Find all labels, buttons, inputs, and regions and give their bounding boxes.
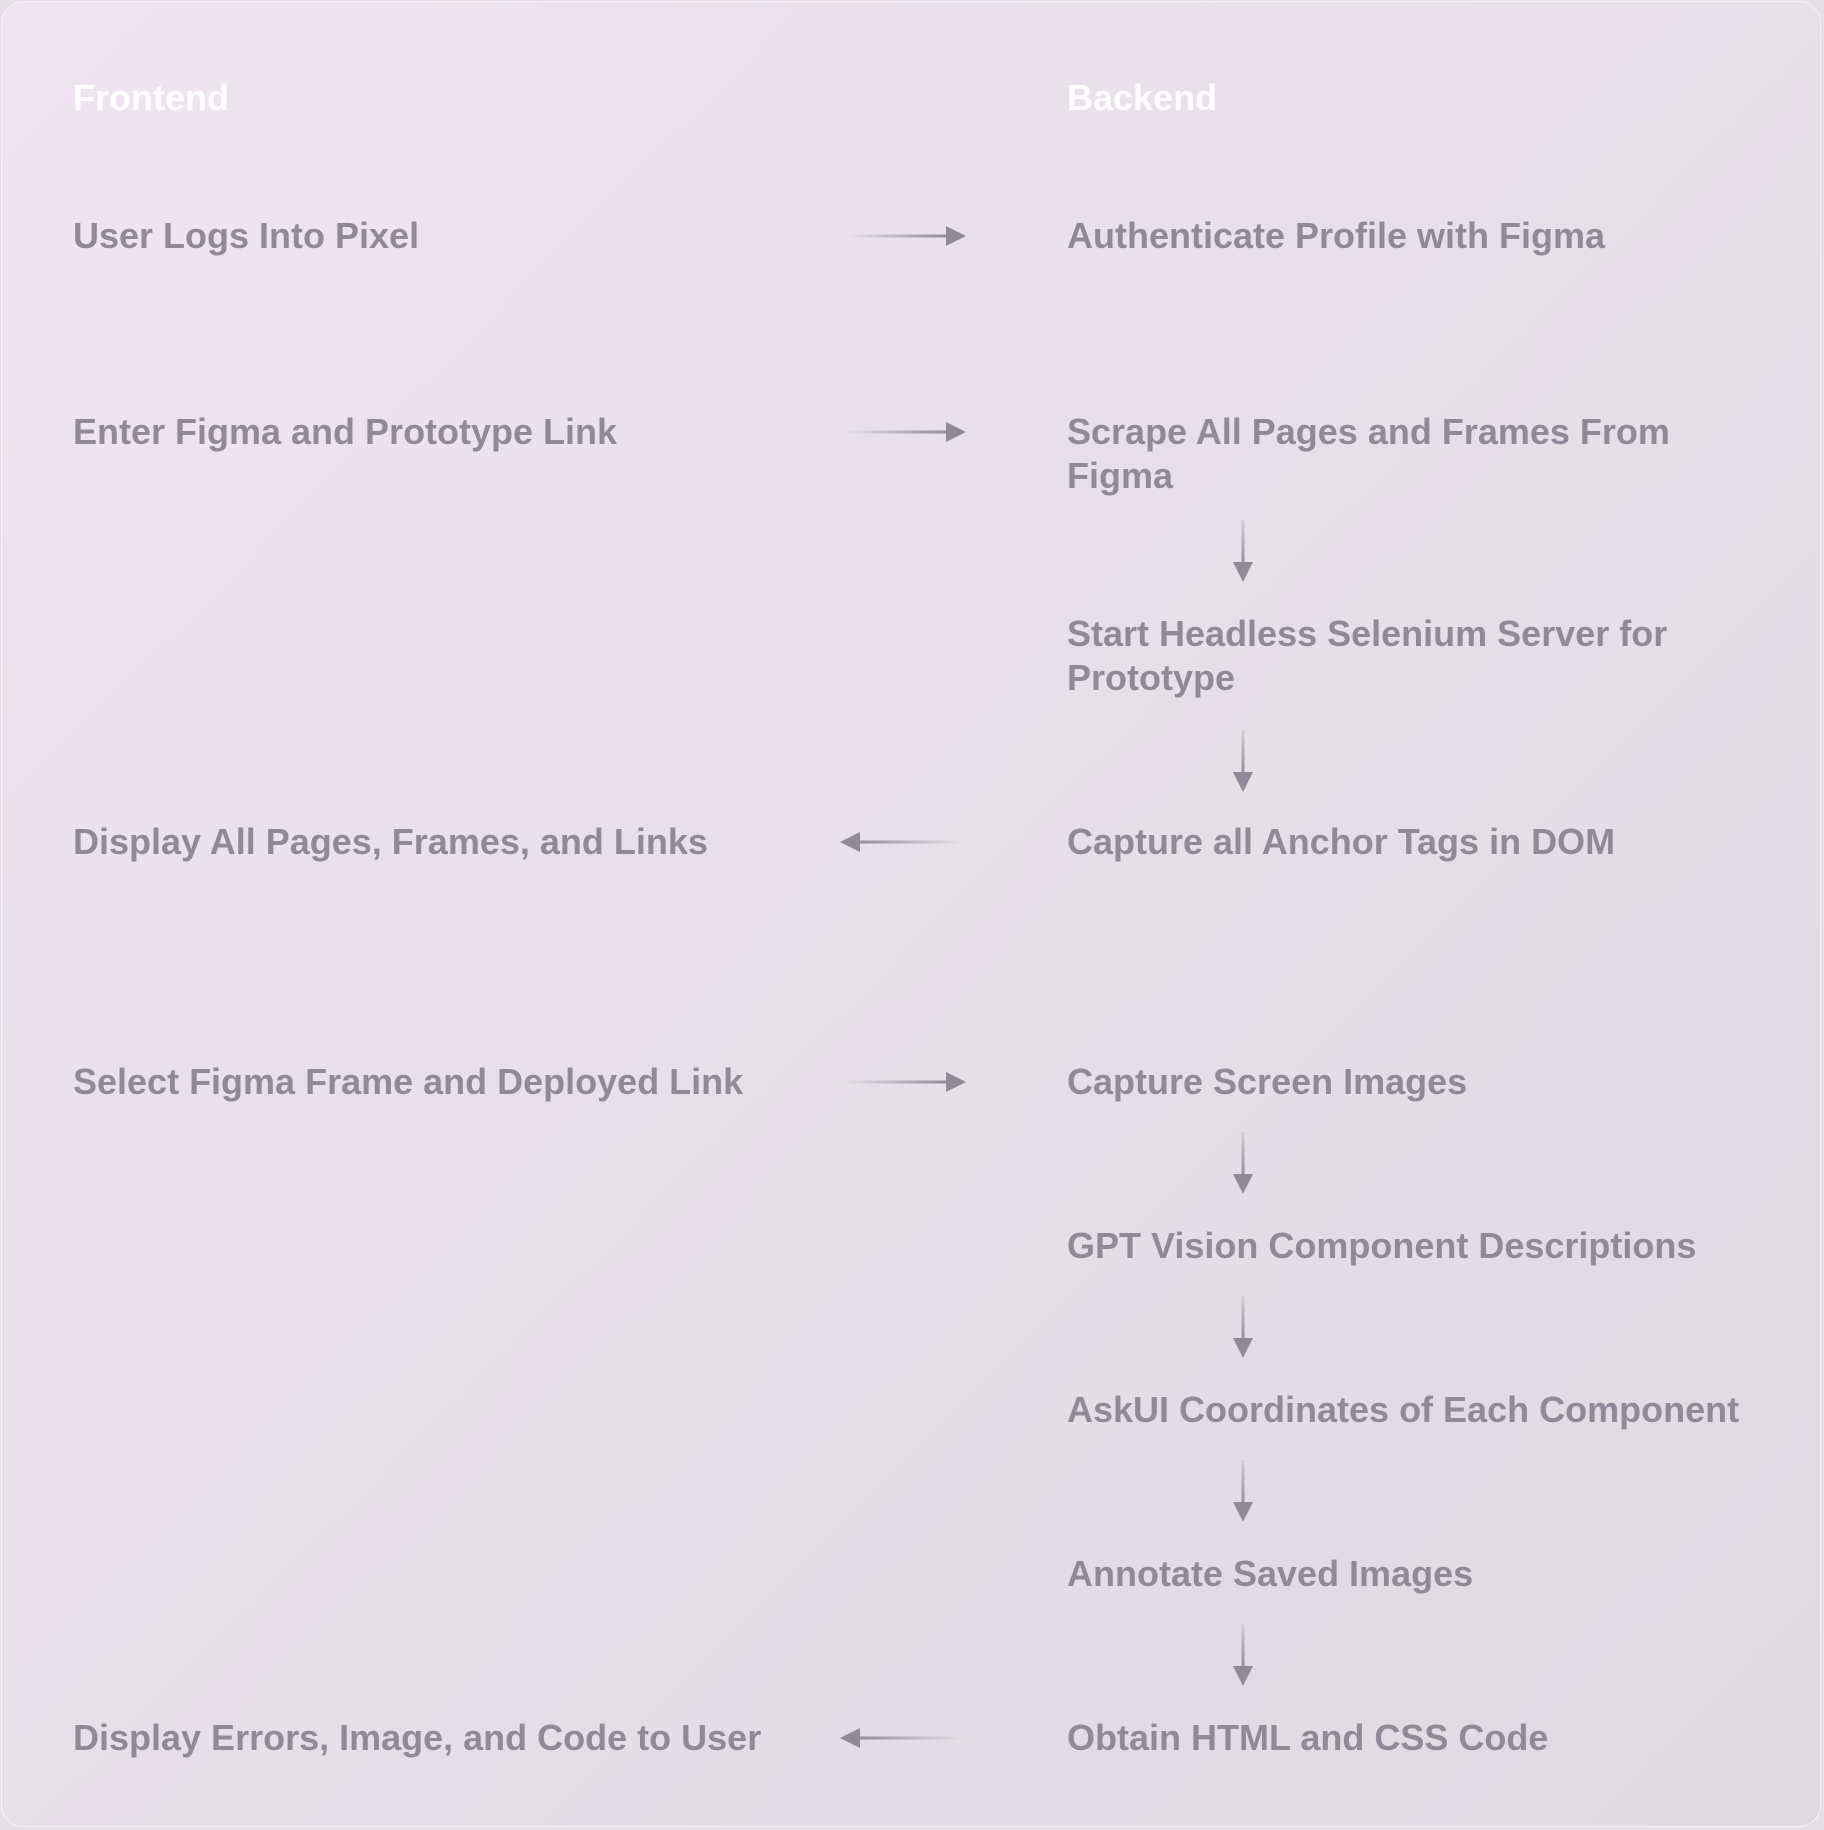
- backend-step-annotate: Annotate Saved Images: [1067, 1553, 1474, 1594]
- arrow-left-code-to-display: [840, 1728, 962, 1748]
- frontend-step-enter-links: Enter Figma and Prototype Link: [73, 411, 618, 452]
- arrow-left-anchors-to-display: [840, 832, 962, 852]
- arrow-down-gpt-to-askui: [1233, 1296, 1253, 1358]
- backend-step-anchor-tags: Capture all Anchor Tags in DOM: [1067, 821, 1616, 862]
- arrow-right-login-to-auth: [844, 226, 966, 246]
- backend-column-header: Backend: [1067, 77, 1218, 118]
- arrow-right-links-to-scrape: [844, 422, 966, 442]
- arrow-down-capture-to-gpt: [1233, 1132, 1253, 1194]
- frontend-column-header: Frontend: [73, 77, 229, 118]
- backend-step-scrape: Scrape All Pages and Frames From Figma: [1067, 411, 1670, 496]
- frontend-step-display-pages: Display All Pages, Frames, and Links: [73, 821, 708, 862]
- arrow-down-annotate-to-code: [1233, 1624, 1253, 1686]
- arrow-right-select-to-capture: [844, 1072, 966, 1092]
- frontend-step-display-results: Display Errors, Image, and Code to User: [73, 1717, 762, 1758]
- backend-step-obtain-code: Obtain HTML and CSS Code: [1067, 1717, 1549, 1758]
- backend-step-selenium: Start Headless Selenium Server for Proto…: [1067, 613, 1668, 698]
- backend-step-gpt-vision: GPT Vision Component Descriptions: [1067, 1225, 1697, 1266]
- flow-diagram-card: Frontend Backend User Logs Into Pixel En…: [1, 1, 1821, 1827]
- frontend-step-login: User Logs Into Pixel: [73, 215, 420, 256]
- arrow-down-scrape-to-selenium: [1233, 520, 1253, 582]
- arrow-down-selenium-to-anchors: [1233, 730, 1253, 792]
- backend-step-screen-images: Capture Screen Images: [1067, 1061, 1468, 1102]
- frontend-step-select-frame: Select Figma Frame and Deployed Link: [73, 1061, 744, 1102]
- arrow-down-askui-to-annotate: [1233, 1460, 1253, 1522]
- backend-step-authenticate: Authenticate Profile with Figma: [1067, 215, 1606, 256]
- backend-step-askui: AskUI Coordinates of Each Component: [1067, 1389, 1740, 1430]
